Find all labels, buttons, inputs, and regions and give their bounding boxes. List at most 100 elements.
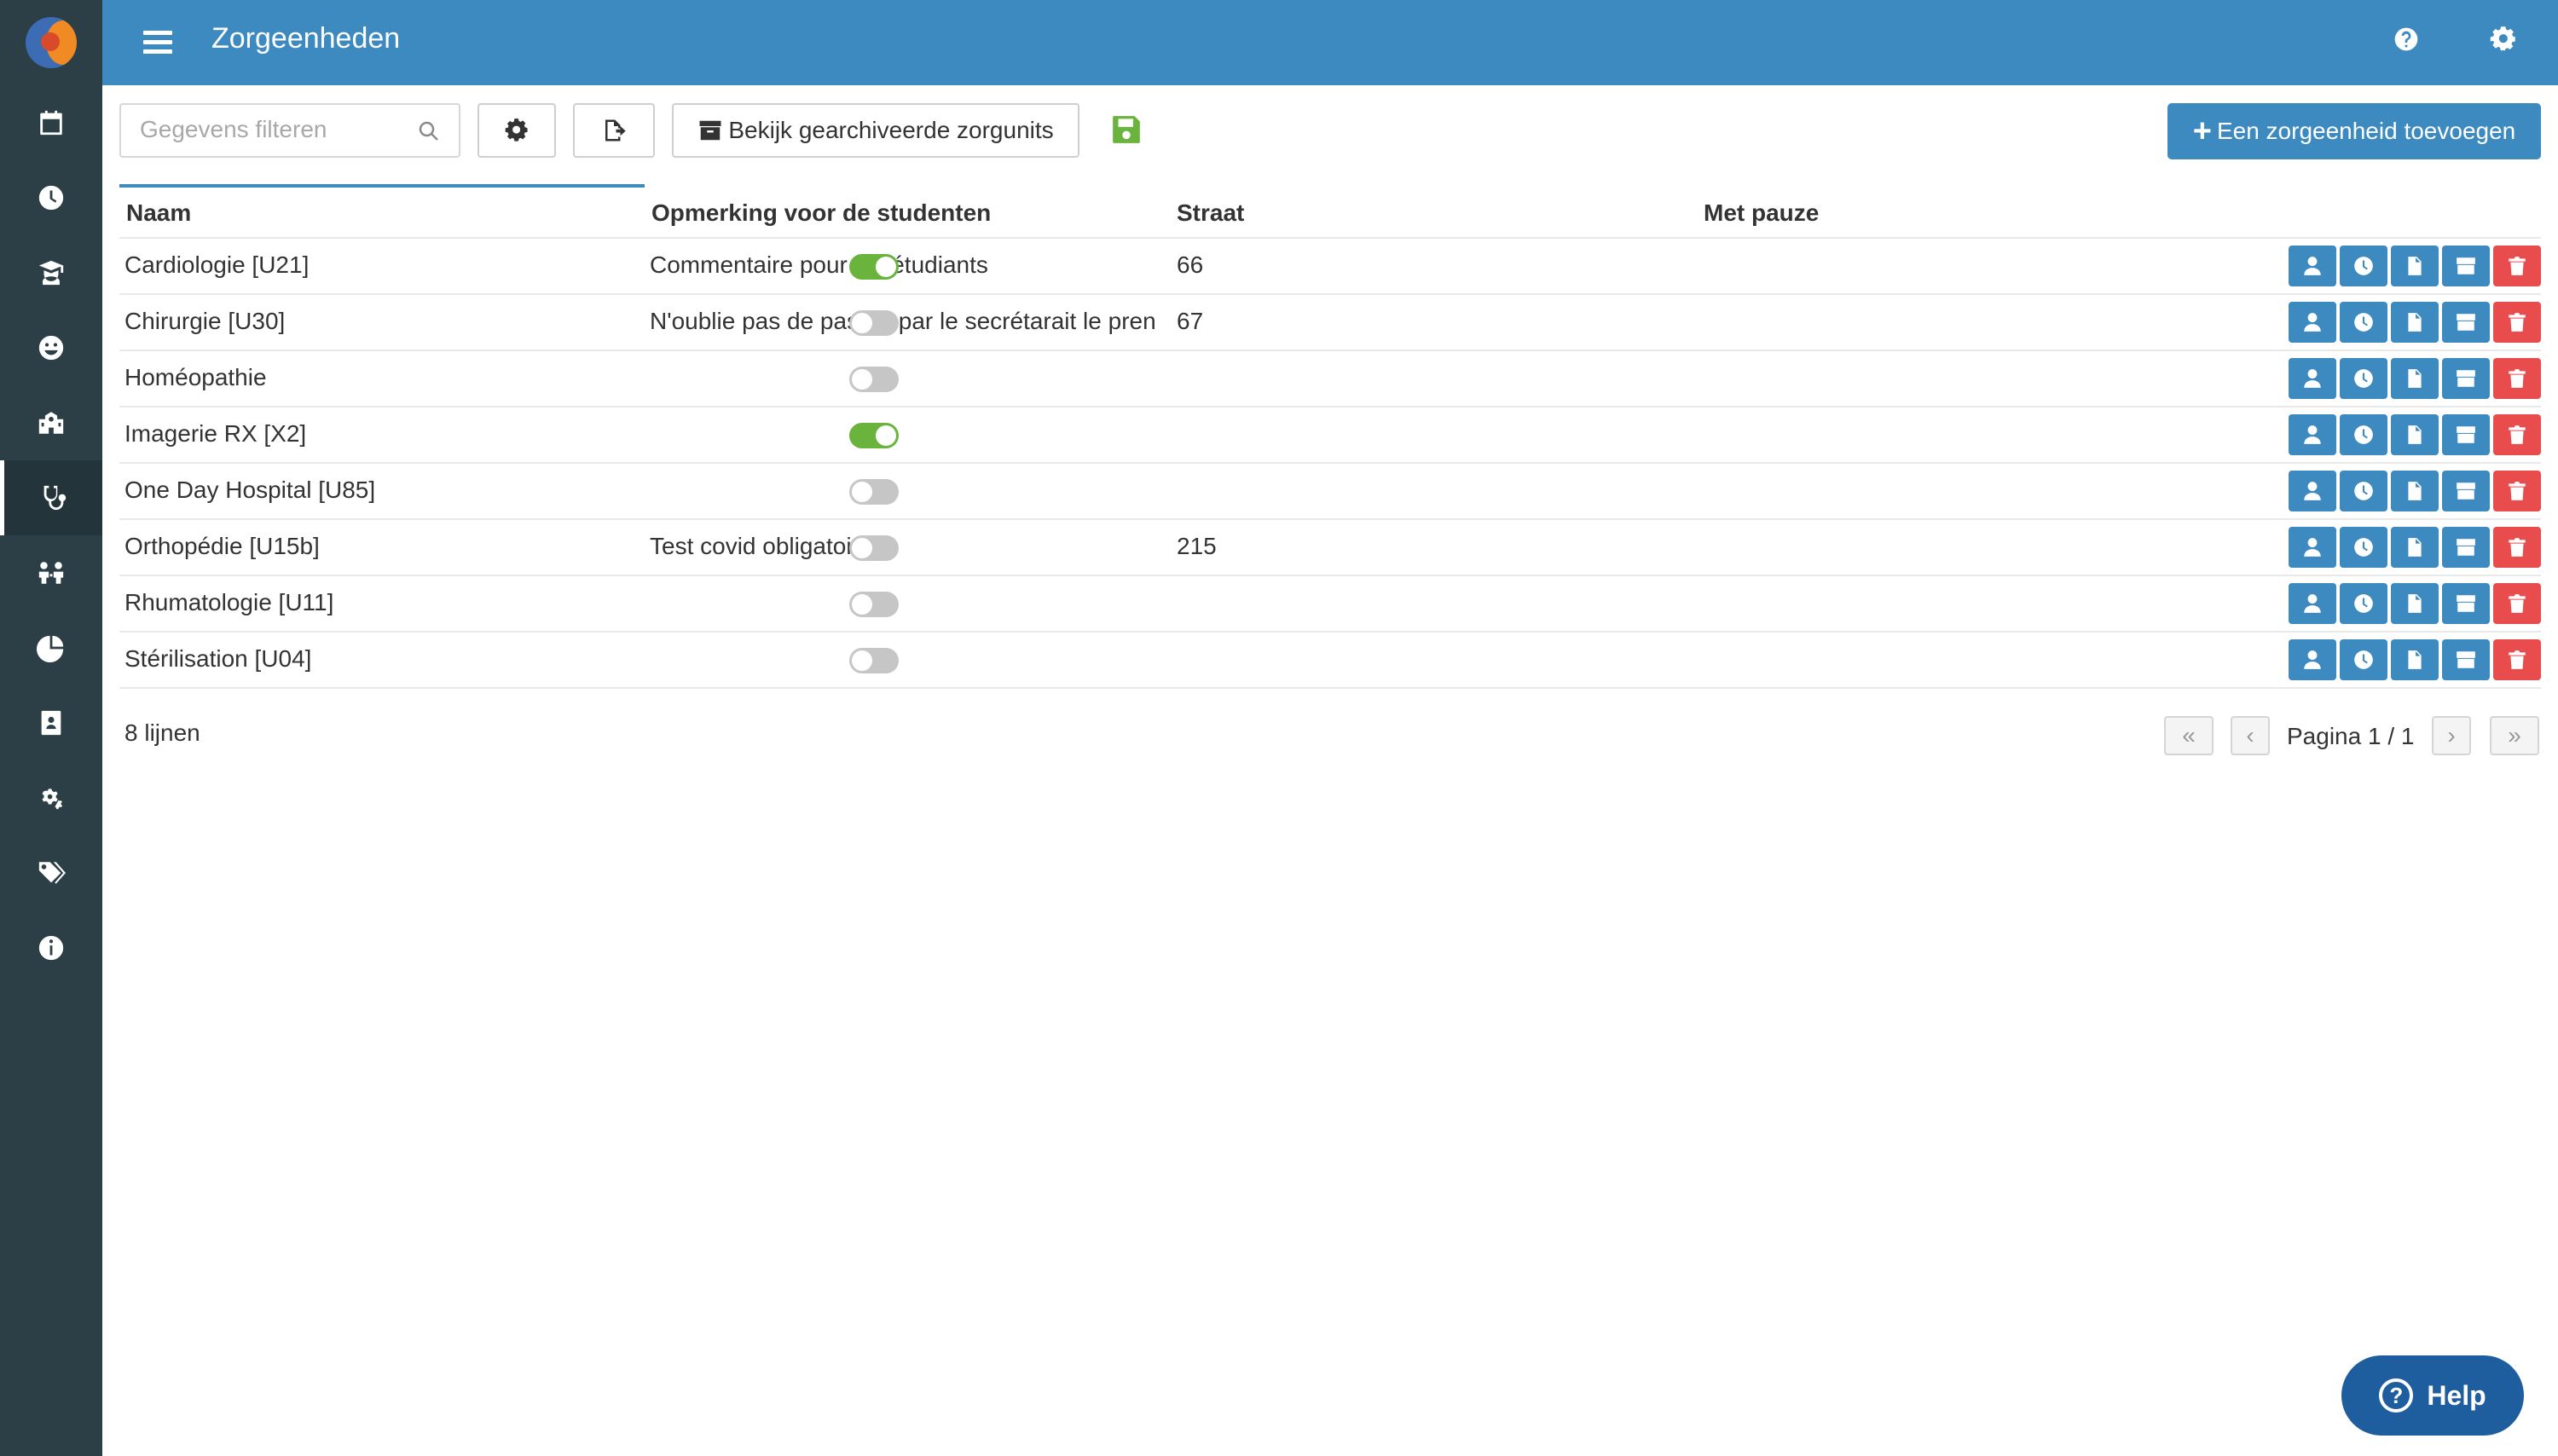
save-icon[interactable] xyxy=(1110,113,1143,146)
pause-toggle[interactable] xyxy=(849,479,899,505)
column-header-pause[interactable]: Met pauze xyxy=(1704,199,1819,227)
row-actions xyxy=(2289,639,2541,680)
delete-button[interactable] xyxy=(2493,358,2541,399)
schedule-button[interactable] xyxy=(2340,246,2387,286)
archive-icon xyxy=(2457,595,2475,612)
documents-button[interactable] xyxy=(2391,639,2439,680)
next-page-button[interactable]: › xyxy=(2432,716,2471,755)
sidebar-item-statistics[interactable] xyxy=(0,610,102,685)
sidebar-item-tags[interactable] xyxy=(0,835,102,910)
supervisors-button[interactable] xyxy=(2289,583,2336,624)
table-row[interactable]: Homéopathie xyxy=(119,351,2541,407)
documents-button[interactable] xyxy=(2391,471,2439,511)
sidebar-item-settings[interactable] xyxy=(0,760,102,835)
pause-toggle[interactable] xyxy=(849,648,899,673)
delete-button[interactable] xyxy=(2493,639,2541,680)
sidebar-item-care-units[interactable] xyxy=(0,460,102,535)
last-page-button[interactable]: » xyxy=(2490,716,2539,755)
column-header-remark[interactable]: Opmerking voor de studenten xyxy=(651,199,991,227)
sidebar-item-students[interactable] xyxy=(0,235,102,310)
table-row[interactable]: Orthopédie [U15b] Test covid obligatoire 2… xyxy=(119,520,2541,576)
pause-toggle[interactable] xyxy=(849,254,899,280)
pause-toggle[interactable] xyxy=(849,592,899,617)
archive-icon xyxy=(2457,651,2475,668)
supervisors-button[interactable] xyxy=(2289,527,2336,568)
sidebar-item-contacts[interactable] xyxy=(0,685,102,760)
pause-toggle[interactable] xyxy=(849,535,899,561)
pause-toggle[interactable] xyxy=(849,367,899,392)
sidebar-item-evaluations[interactable] xyxy=(0,310,102,385)
supervisors-button[interactable] xyxy=(2289,302,2336,343)
column-settings-button[interactable] xyxy=(477,103,556,158)
table-row[interactable]: Cardiologie [U21] Commentaire pour les ét… xyxy=(119,239,2541,295)
previous-page-button[interactable]: ‹ xyxy=(2231,716,2270,755)
archive-button[interactable] xyxy=(2442,583,2490,624)
archive-button[interactable] xyxy=(2442,471,2490,511)
documents-button[interactable] xyxy=(2391,302,2439,343)
schedule-button[interactable] xyxy=(2340,583,2387,624)
sidebar-item-supervisors[interactable] xyxy=(0,535,102,610)
table-row[interactable]: Chirurgie [U30] N'oublie pas de passer pa… xyxy=(119,295,2541,351)
table-row[interactable]: Rhumatologie [U11] xyxy=(119,576,2541,633)
supervisors-button[interactable] xyxy=(2289,358,2336,399)
export-button[interactable] xyxy=(573,103,655,158)
table-row[interactable]: One Day Hospital [U85] xyxy=(119,464,2541,520)
sidebar-item-schools[interactable] xyxy=(0,385,102,460)
sidebar-item-calendar[interactable] xyxy=(0,85,102,160)
toggle-knob xyxy=(876,425,896,446)
schedule-button[interactable] xyxy=(2340,302,2387,343)
person-icon xyxy=(2304,425,2321,444)
documents-button[interactable] xyxy=(2391,414,2439,455)
supervisors-button[interactable] xyxy=(2289,471,2336,511)
schedule-button[interactable] xyxy=(2340,639,2387,680)
cell-street: 215 xyxy=(1177,533,1217,559)
pause-toggle[interactable] xyxy=(849,423,899,448)
archive-button[interactable] xyxy=(2442,414,2490,455)
first-page-button[interactable]: « xyxy=(2164,716,2214,755)
schedule-button[interactable] xyxy=(2340,414,2387,455)
documents-button[interactable] xyxy=(2391,246,2439,286)
delete-button[interactable] xyxy=(2493,302,2541,343)
row-actions xyxy=(2289,246,2541,286)
search-field[interactable] xyxy=(119,103,460,158)
help-widget-button[interactable]: ? Help xyxy=(2341,1355,2524,1436)
app-logo[interactable] xyxy=(0,0,102,85)
trash-icon xyxy=(2509,482,2526,500)
delete-button[interactable] xyxy=(2493,527,2541,568)
documents-button[interactable] xyxy=(2391,358,2439,399)
help-icon[interactable] xyxy=(2393,26,2427,60)
settings-gear-icon[interactable] xyxy=(2490,26,2524,60)
archive-button[interactable] xyxy=(2442,246,2490,286)
search-icon[interactable] xyxy=(416,118,442,144)
sidebar-item-time[interactable] xyxy=(0,160,102,235)
documents-button[interactable] xyxy=(2391,583,2439,624)
supervisors-button[interactable] xyxy=(2289,414,2336,455)
column-header-street[interactable]: Straat xyxy=(1177,199,1244,227)
menu-toggle-icon[interactable] xyxy=(143,26,172,60)
delete-button[interactable] xyxy=(2493,583,2541,624)
archive-button[interactable] xyxy=(2442,639,2490,680)
supervisors-button[interactable] xyxy=(2289,246,2336,286)
delete-button[interactable] xyxy=(2493,246,2541,286)
add-care-unit-button[interactable]: + Een zorgeenheid toevoegen xyxy=(2167,103,2541,159)
documents-button[interactable] xyxy=(2391,527,2439,568)
schedule-button[interactable] xyxy=(2340,471,2387,511)
pause-toggle[interactable] xyxy=(849,310,899,336)
search-input[interactable] xyxy=(140,105,396,154)
table-row[interactable]: Imagerie RX [X2] xyxy=(119,407,2541,464)
sidebar-item-info[interactable] xyxy=(0,910,102,985)
archive-button[interactable] xyxy=(2442,527,2490,568)
view-archived-button[interactable]: Bekijk gearchiveerde zorgunits xyxy=(672,103,1079,158)
top-bar: Zorgeenheden xyxy=(102,0,2558,85)
archive-button[interactable] xyxy=(2442,302,2490,343)
schedule-button[interactable] xyxy=(2340,358,2387,399)
column-header-name[interactable]: Naam xyxy=(126,199,191,227)
supervisors-button[interactable] xyxy=(2289,639,2336,680)
tags-icon xyxy=(38,862,66,884)
schedule-button[interactable] xyxy=(2340,527,2387,568)
table-row[interactable]: Stérilisation [U04] xyxy=(119,633,2541,689)
person-icon xyxy=(2304,594,2321,613)
delete-button[interactable] xyxy=(2493,414,2541,455)
archive-button[interactable] xyxy=(2442,358,2490,399)
delete-button[interactable] xyxy=(2493,471,2541,511)
